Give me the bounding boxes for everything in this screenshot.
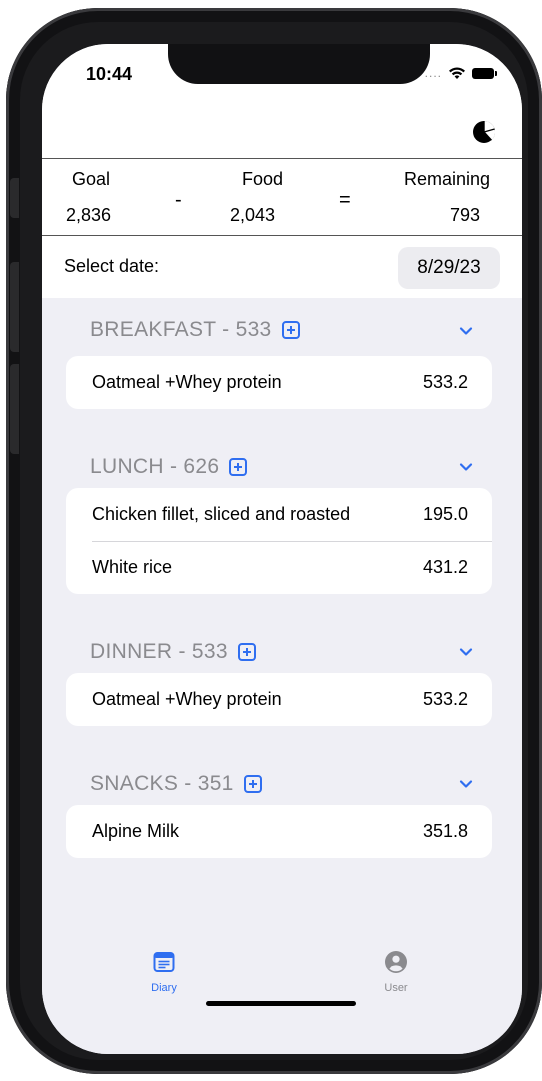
- mute-switch: [10, 178, 19, 218]
- food-name: Oatmeal +Whey protein: [92, 372, 282, 392]
- select-date-label: Select date:: [64, 256, 160, 276]
- snacks-card: Alpine Milk 351.8: [66, 805, 492, 858]
- breakfast-card: Oatmeal +Whey protein 533.2: [66, 356, 492, 409]
- lunch-chevron-down-icon[interactable]: [458, 459, 474, 475]
- food-name: Alpine Milk: [92, 821, 180, 841]
- breakfast-header: BREAKFAST - 533: [90, 315, 300, 345]
- dinner-title: DINNER - 533: [90, 640, 228, 663]
- goal-label: Goal: [72, 169, 111, 189]
- add-breakfast-plus-icon[interactable]: [281, 321, 300, 339]
- goal-value: 2,836: [66, 205, 112, 225]
- date-row: Select date: 8/29/23: [42, 236, 522, 298]
- volume-down-button: [10, 364, 19, 454]
- tab-user[interactable]: User: [356, 950, 436, 994]
- tab-diary-label: Diary: [151, 982, 177, 994]
- status-time: 10:44: [86, 64, 133, 84]
- add-dinner-plus-icon[interactable]: [237, 643, 256, 661]
- status-icons: ....: [424, 66, 497, 80]
- food-row[interactable]: Oatmeal +Whey protein 533.2: [66, 356, 492, 409]
- lunch-card: Chicken fillet, sliced and roasted 195.0…: [66, 488, 492, 594]
- notch: [168, 44, 430, 84]
- user-icon: [385, 951, 407, 973]
- food-calories: 351.8: [422, 821, 468, 841]
- food-value: 2,043: [230, 205, 276, 225]
- snacks-title: SNACKS - 351: [90, 772, 234, 795]
- food-calories: 195.0: [422, 504, 468, 524]
- snacks-header: SNACKS - 351: [90, 769, 262, 799]
- tab-user-label: User: [384, 982, 408, 994]
- remaining-value: 793: [450, 205, 481, 225]
- tab-diary[interactable]: Diary: [124, 950, 204, 994]
- screen: 10:44 .... Goal 2,836 - Food 2,043 = Rem…: [42, 44, 522, 1054]
- dinner-header: DINNER - 533: [90, 637, 256, 667]
- lunch-header: LUNCH - 626: [90, 452, 248, 482]
- food-row[interactable]: Alpine Milk 351.8: [66, 805, 492, 858]
- navigation-bar: [42, 114, 522, 158]
- diary-icon: [153, 952, 175, 972]
- wifi-icon: [449, 67, 465, 79]
- signal-dots: ....: [424, 66, 442, 80]
- date-picker-button[interactable]: 8/29/23: [398, 247, 500, 289]
- add-snacks-plus-icon[interactable]: [243, 775, 262, 793]
- home-indicator[interactable]: [206, 1001, 356, 1006]
- food-name: White rice: [92, 557, 173, 577]
- food-name: Chicken fillet, sliced and roasted: [92, 504, 351, 524]
- lunch-title: LUNCH - 626: [90, 455, 220, 478]
- dinner-chevron-down-icon[interactable]: [458, 644, 474, 660]
- tab-bar: Diary User: [42, 942, 522, 1054]
- breakfast-chevron-down-icon[interactable]: [458, 323, 474, 339]
- snacks-chevron-down-icon[interactable]: [458, 776, 474, 792]
- food-calories: 431.2: [422, 557, 468, 577]
- add-lunch-plus-icon[interactable]: [229, 458, 248, 476]
- battery-icon: [472, 67, 497, 79]
- food-row[interactable]: Oatmeal +Whey protein 533.2: [66, 673, 492, 726]
- dinner-card: Oatmeal +Whey protein 533.2: [66, 673, 492, 726]
- remaining-label: Remaining: [404, 169, 491, 189]
- food-row[interactable]: White rice 431.2: [66, 541, 492, 594]
- food-calories: 533.2: [422, 372, 468, 392]
- equals-sign: =: [339, 189, 351, 211]
- pie-chart-icon[interactable]: [472, 120, 496, 144]
- food-calories: 533.2: [422, 689, 468, 709]
- phone-frame: 10:44 .... Goal 2,836 - Food 2,043 = Rem…: [6, 8, 542, 1074]
- food-name: Oatmeal +Whey protein: [92, 689, 282, 709]
- minus-sign: -: [175, 189, 182, 211]
- volume-up-button: [10, 262, 19, 352]
- breakfast-title: BREAKFAST - 533: [90, 318, 272, 341]
- food-row[interactable]: Chicken fillet, sliced and roasted 195.0: [66, 488, 492, 541]
- food-label: Food: [242, 169, 284, 189]
- calorie-summary: Goal 2,836 - Food 2,043 = Remaining 793: [42, 158, 522, 236]
